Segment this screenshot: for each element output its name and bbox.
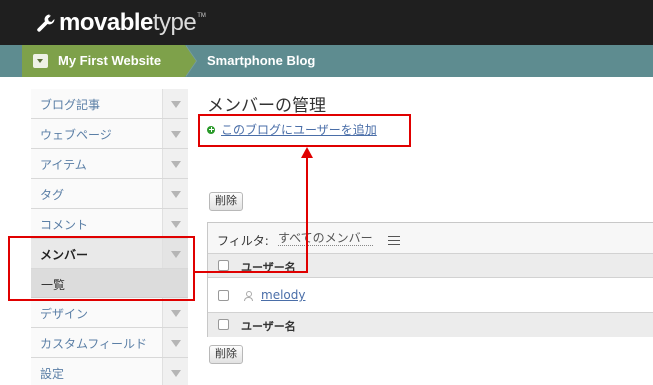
sidebar-item-tags[interactable]: タグ: [31, 179, 188, 209]
blog-name[interactable]: Smartphone Blog: [207, 53, 315, 68]
sidebar-item-label: 設定: [40, 367, 65, 381]
expand-triangle-icon[interactable]: [162, 149, 188, 178]
sidebar-item-label: ブログ記事: [40, 98, 101, 112]
sidebar-item-comments[interactable]: コメント: [31, 209, 188, 239]
site-switcher-dropdown-icon[interactable]: [33, 54, 48, 68]
website-name[interactable]: My First Website: [58, 53, 161, 68]
sidebar-item-label: ウェブページ: [40, 128, 112, 142]
list-menu-icon[interactable]: [388, 236, 400, 245]
expand-triangle-icon[interactable]: [162, 179, 188, 208]
wrench-icon: [37, 14, 55, 32]
sidebar-item-custom-fields[interactable]: カスタムフィールド: [31, 328, 188, 358]
annotation-highlight-add-link: [198, 114, 411, 147]
row-checkbox[interactable]: [218, 290, 229, 301]
logo-trademark: TM: [197, 13, 206, 19]
annotation-highlight-members-menu: [8, 236, 195, 301]
expand-triangle-icon[interactable]: [162, 358, 188, 385]
sidebar-item-entries[interactable]: ブログ記事: [31, 89, 188, 119]
expand-triangle-icon[interactable]: [162, 328, 188, 357]
sidebar-item-settings[interactable]: 設定: [31, 358, 188, 385]
filter-select[interactable]: すべてのメンバー: [278, 232, 373, 246]
delete-button[interactable]: 削除: [209, 192, 243, 211]
expand-triangle-icon[interactable]: [162, 209, 188, 238]
user-icon: [244, 291, 253, 301]
username-link[interactable]: melody: [261, 288, 305, 302]
expand-triangle-icon[interactable]: [162, 89, 188, 118]
filter-label: フィルタ:: [217, 234, 269, 248]
sidebar-item-label: カスタムフィールド: [40, 337, 148, 351]
annotation-connector-horizontal: [195, 271, 308, 273]
movabletype-logo[interactable]: movabletype TM: [36, 10, 206, 36]
logo-text: movabletype: [59, 9, 197, 36]
sidebar-item-label: タグ: [40, 188, 65, 202]
sidebar-item-design[interactable]: デザイン: [31, 298, 188, 328]
sidebar-item-label: コメント: [40, 218, 89, 232]
page-title: メンバーの管理: [207, 96, 326, 116]
filter-bar: フィルタ: すべてのメンバー: [208, 223, 653, 254]
top-header: movabletype TM: [0, 0, 653, 45]
delete-button-bottom[interactable]: 削除: [209, 345, 243, 364]
members-table: フィルタ: すべてのメンバー ユーザー名 melody ユーザー名: [207, 222, 653, 337]
annotation-connector-vertical: [306, 157, 308, 273]
sidebar-item-pages[interactable]: ウェブページ: [31, 119, 188, 149]
table-header: ユーザー名: [208, 254, 653, 278]
column-header-username-bottom[interactable]: ユーザー名: [241, 318, 296, 334]
sidebar-item-label: デザイン: [40, 307, 89, 321]
breadcrumb: My First Website Smartphone Blog: [0, 45, 653, 77]
crumb-arrow: [185, 45, 196, 77]
table-row: melody: [208, 279, 653, 312]
annotation-arrow-icon: [301, 147, 313, 158]
sidebar-item-assets[interactable]: アイテム: [31, 149, 188, 179]
expand-triangle-icon[interactable]: [162, 298, 188, 327]
table-footer-header: ユーザー名: [208, 312, 653, 337]
select-all-checkbox[interactable]: [218, 260, 229, 271]
select-all-checkbox-bottom[interactable]: [218, 319, 229, 330]
sidebar-item-label: アイテム: [40, 158, 87, 172]
expand-triangle-icon[interactable]: [162, 119, 188, 148]
